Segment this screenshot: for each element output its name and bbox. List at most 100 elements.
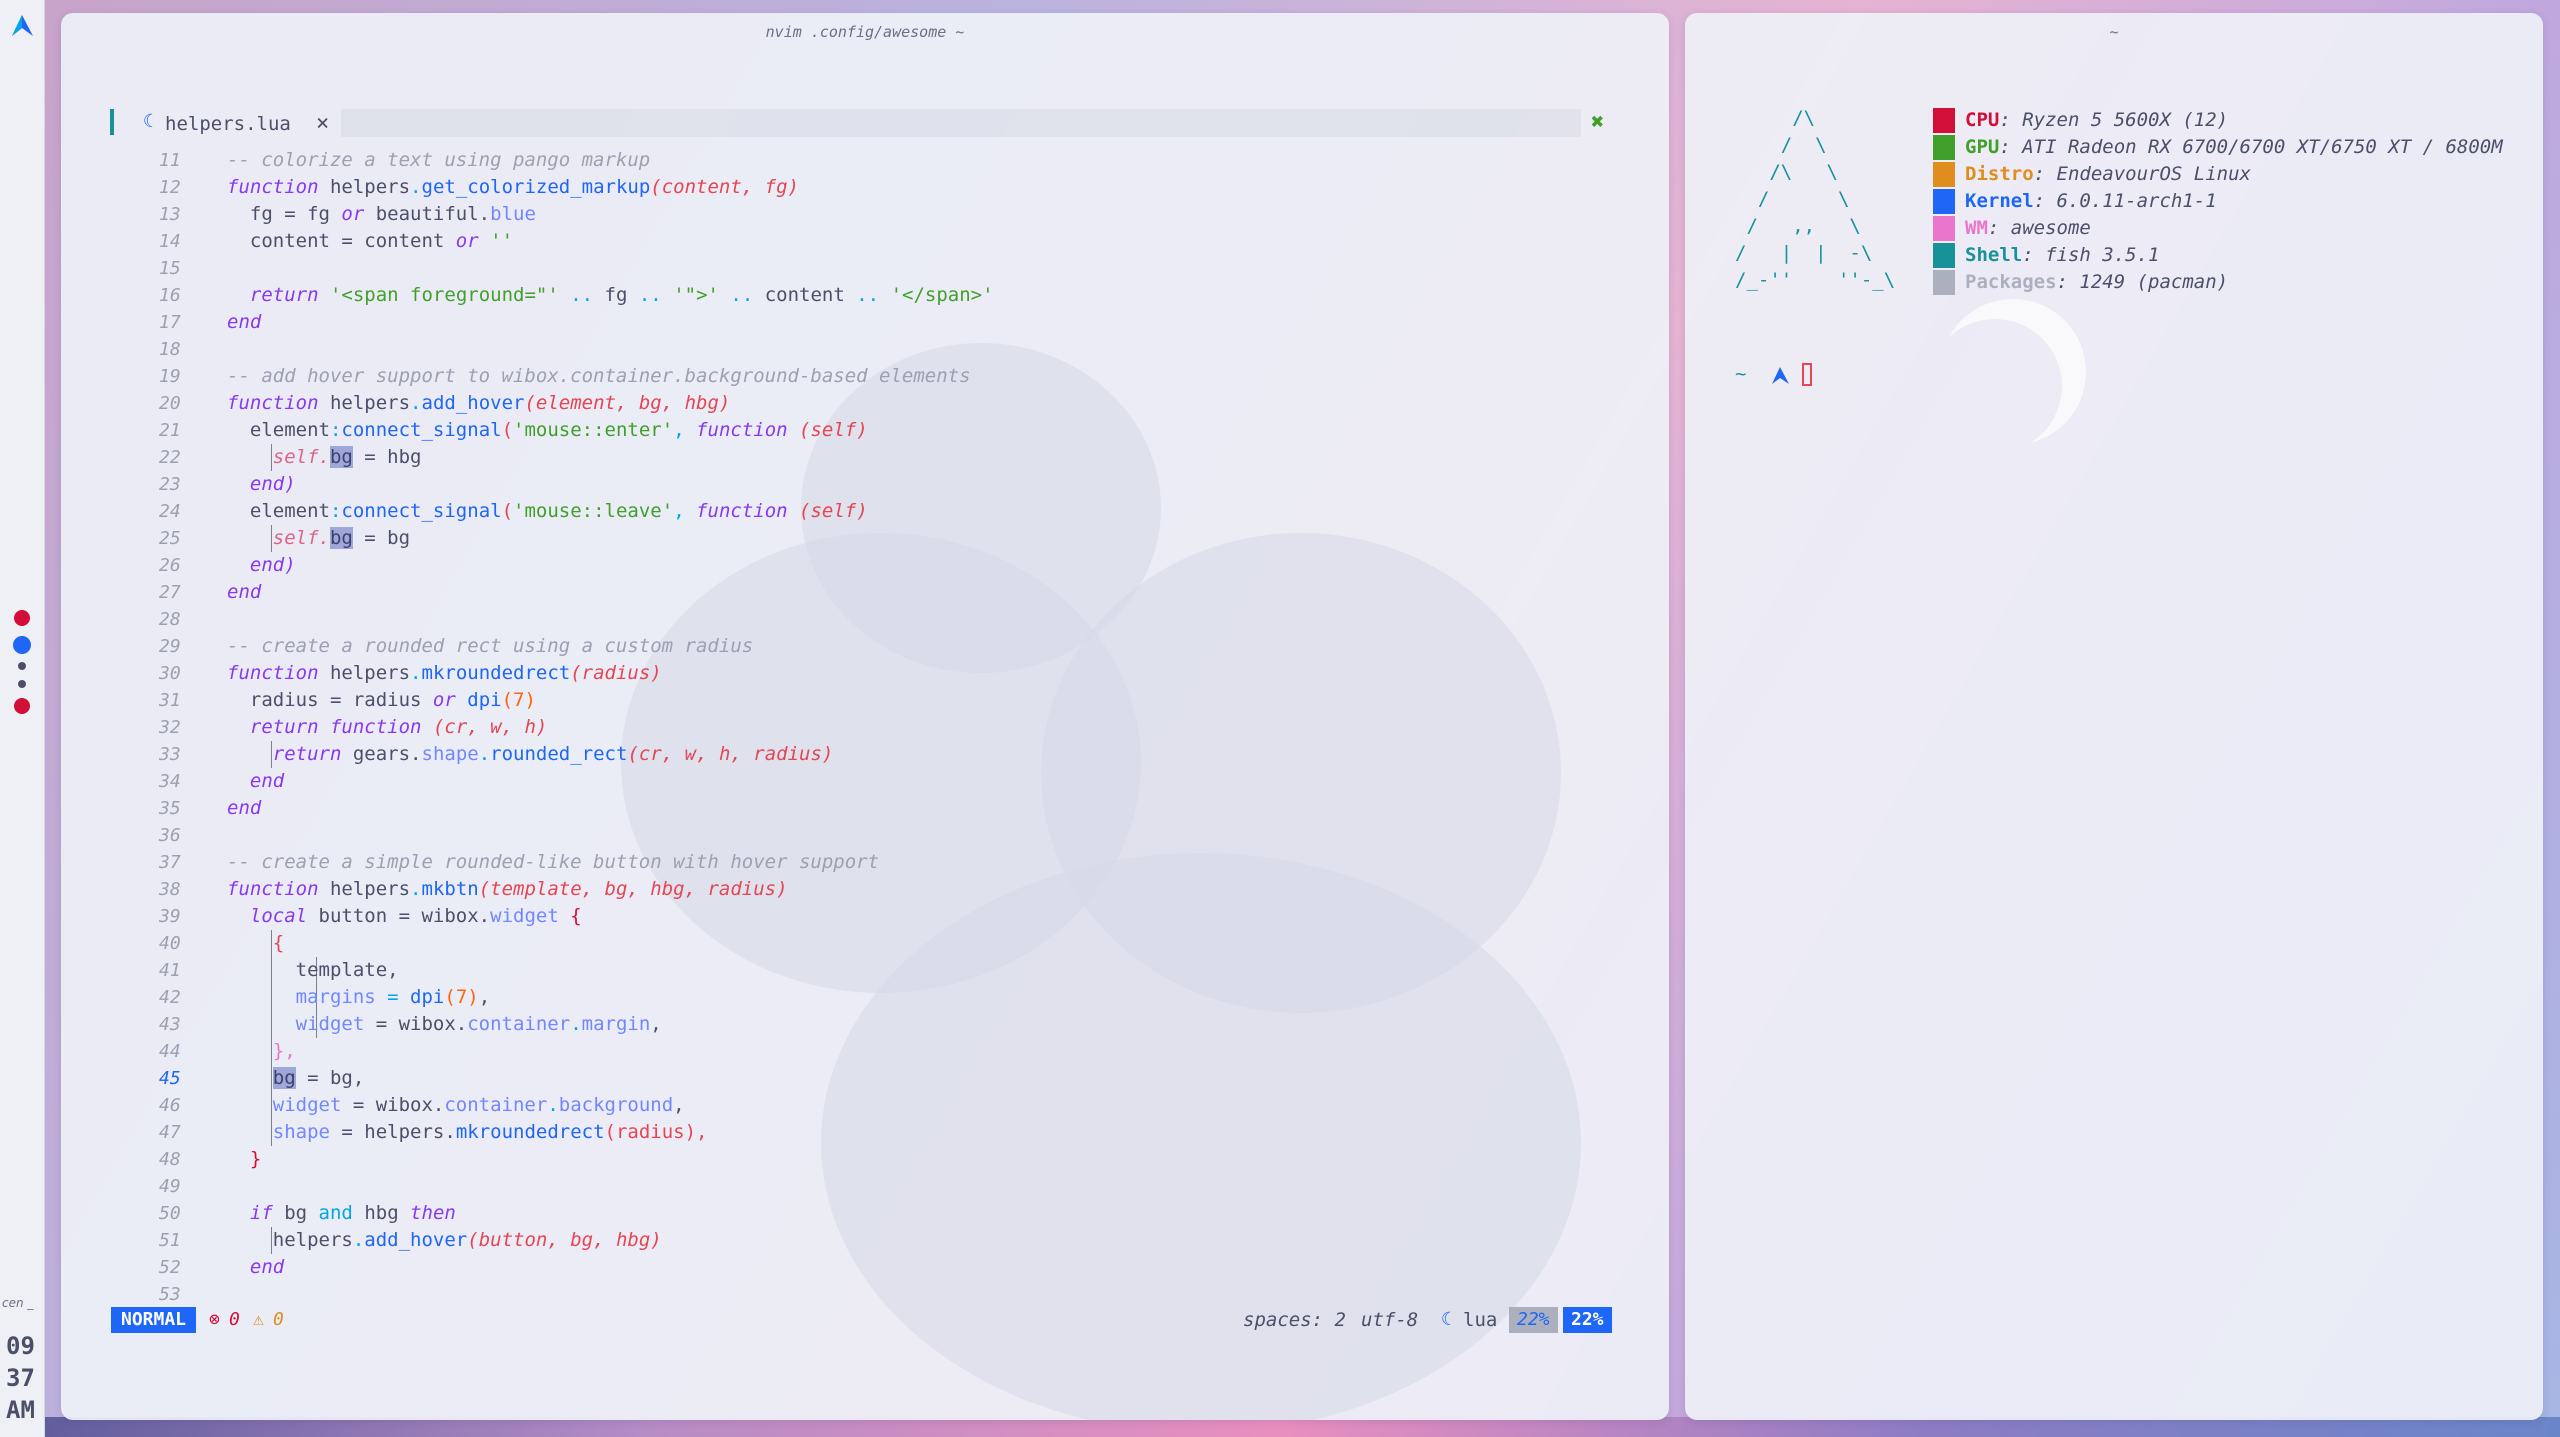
line-number: 24	[159, 501, 181, 522]
line-number: 43	[159, 1014, 181, 1035]
code-line: 15	[111, 255, 1669, 282]
line-number: 42	[159, 987, 181, 1008]
code-line: 48 }	[111, 1146, 1669, 1173]
scroll-percent: 22%	[1509, 1307, 1558, 1333]
code-line: 33 return gears.shape.rounded_rect(cr, w…	[111, 741, 1669, 768]
filetype-info: lua	[1463, 1309, 1498, 1331]
line-number: 25	[159, 528, 181, 549]
error-icon: ⊗	[209, 1309, 220, 1330]
code-editor[interactable]: 11 -- colorize a text using pango markup …	[111, 147, 1669, 1308]
nvim-window[interactable]: nvim .config/awesome ~ ☾ helpers.lua × ✖…	[61, 13, 1669, 1420]
clock-hour: 09	[6, 1332, 35, 1360]
line-number: 49	[159, 1176, 181, 1197]
distro-logo-ascii: /\ / \ /\ \ / \ / ,, \ / | | -\/_-'' ''-_…	[1735, 107, 1896, 291]
tab-accent	[110, 109, 114, 135]
line-number: 28	[159, 609, 181, 630]
moon-decor	[1940, 299, 2086, 445]
line-number: 33	[159, 744, 181, 765]
code-line: 50 if bg and hbg then	[111, 1200, 1669, 1227]
line-number: 38	[159, 879, 181, 900]
line-number: 52	[159, 1257, 181, 1278]
code-line: 27 end	[111, 579, 1669, 606]
line-number: 48	[159, 1149, 181, 1170]
clock-ampm: AM	[6, 1396, 35, 1424]
tag-4[interactable]	[18, 680, 26, 688]
code-line: 16 return '<span foreground="' .. fg .. …	[111, 282, 1669, 309]
tag-5[interactable]	[14, 698, 30, 714]
line-number: 18	[159, 339, 181, 360]
line-number: 35	[159, 798, 181, 819]
code-line: 26 end)	[111, 552, 1669, 579]
left-wibar: cen _ 09 37 AM	[0, 0, 45, 1437]
line-number: 32	[159, 717, 181, 738]
distro-color-swatch	[1933, 162, 1955, 187]
code-line: 46 widget = wibox.container.background,	[111, 1092, 1669, 1119]
tag-1[interactable]	[14, 610, 30, 626]
line-number: 40	[159, 933, 181, 954]
mode-indicator: NORMAL	[111, 1307, 197, 1333]
code-line: 21 element:connect_signal('mouse::enter'…	[111, 417, 1669, 444]
code-line: 13 fg = fg or beautiful.blue	[111, 201, 1669, 228]
line-number: 47	[159, 1122, 181, 1143]
line-number: 53	[159, 1284, 181, 1305]
code-line: 52 end	[111, 1254, 1669, 1281]
line-number: 21	[159, 420, 181, 441]
info-gpu: GPU: ATI Radeon RX 6700/6700 XT/6750 XT …	[1965, 136, 2503, 158]
code-line: 24 element:connect_signal('mouse::leave'…	[111, 498, 1669, 525]
tag-2[interactable]	[13, 636, 31, 654]
line-number: 11	[159, 150, 181, 171]
line-number: 23	[159, 474, 181, 495]
info-kernel: Kernel: 6.0.11-arch1-1	[1965, 190, 2217, 212]
line-number: 17	[159, 312, 181, 333]
line-number: 44	[159, 1041, 181, 1062]
line-number: 46	[159, 1095, 181, 1116]
shell-color-swatch	[1933, 243, 1955, 268]
code-line: 17 end	[111, 309, 1669, 336]
line-number: 19	[159, 366, 181, 387]
code-line: 29 -- create a rounded rect using a custo…	[111, 633, 1669, 660]
tabline-fill	[341, 109, 1581, 137]
error-count: 0	[229, 1309, 240, 1330]
warning-count: 0	[273, 1309, 284, 1330]
line-number: 31	[159, 690, 181, 711]
endeavouros-launcher-icon[interactable]	[8, 12, 36, 40]
lua-file-icon: ☾	[143, 111, 154, 132]
indent-info: spaces: 2	[1243, 1309, 1346, 1331]
endeavouros-prompt-icon	[1772, 367, 1789, 384]
line-number: 29	[159, 636, 181, 657]
lua-filetype-icon: ☾	[1441, 1309, 1452, 1330]
code-line: 20 function helpers.add_hover(element, bg…	[111, 390, 1669, 417]
info-distro: Distro: EndeavourOS Linux	[1965, 163, 2251, 185]
code-line: 47 shape = helpers.mkroundedrect(radius)…	[111, 1119, 1669, 1146]
warning-icon: ⚠	[253, 1309, 264, 1330]
code-line: 41 template,	[111, 957, 1669, 984]
code-line: 28	[111, 606, 1669, 633]
wallpaper-strip	[0, 1417, 2560, 1437]
code-line: 53	[111, 1281, 1669, 1308]
line-number: 16	[159, 285, 181, 306]
terminal-window[interactable]: ~ /\ / \ /\ \ / \ / ,, \ / | | -\/_-'' ''…	[1685, 13, 2543, 1420]
code-line: 36	[111, 822, 1669, 849]
clock-label: cen _	[2, 1296, 34, 1310]
window-title: ~	[2109, 23, 2119, 41]
buffer-tab-label[interactable]: helpers.lua	[165, 113, 291, 135]
code-line: 18	[111, 336, 1669, 363]
wm-color-swatch	[1933, 216, 1955, 241]
terminal-cursor[interactable]	[1802, 363, 1812, 386]
code-line: 11 -- colorize a text using pango markup	[111, 147, 1669, 174]
line-number: 20	[159, 393, 181, 414]
line-number: 34	[159, 771, 181, 792]
line-number: 12	[159, 177, 181, 198]
info-packages: Packages: 1249 (pacman)	[1965, 271, 2229, 293]
code-line: 38 function helpers.mkbtn(template, bg, h…	[111, 876, 1669, 903]
tag-3[interactable]	[18, 662, 26, 670]
code-line: 45 bg = bg,	[111, 1065, 1669, 1092]
code-line: 40 {	[111, 930, 1669, 957]
close-icon[interactable]: ×	[316, 111, 329, 136]
line-number: 37	[159, 852, 181, 873]
close-tab-icon[interactable]: ✖	[1591, 110, 1604, 135]
code-line: 14 content = content or ''	[111, 228, 1669, 255]
code-line: 32 return function (cr, w, h)	[111, 714, 1669, 741]
info-wm: WM: awesome	[1965, 217, 2091, 239]
code-line: 51 helpers.add_hover(button, bg, hbg)	[111, 1227, 1669, 1254]
